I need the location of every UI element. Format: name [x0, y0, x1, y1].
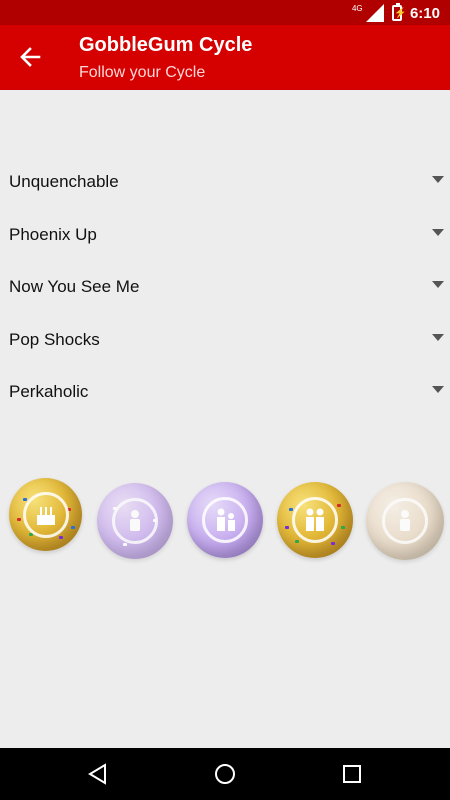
recents-square-icon [343, 765, 361, 783]
cell-signal-icon: 4G [352, 4, 384, 22]
people-icon [306, 508, 324, 531]
dropdown-arrow-icon [432, 176, 444, 183]
network-type-label: 4G [351, 4, 363, 13]
dropdown-label: Now You See Me [9, 277, 140, 296]
gobblegum-cycle-row [0, 475, 450, 565]
gobblegum-ball-5[interactable] [366, 482, 444, 560]
dropdown-pop-shocks[interactable]: Pop Shocks [0, 313, 450, 366]
gobblegum-ball-3[interactable] [187, 482, 263, 558]
figure-icon [400, 510, 410, 531]
back-button[interactable] [14, 41, 46, 73]
nav-recents-button[interactable] [340, 762, 364, 786]
dropdown-perkaholic[interactable]: Perkaholic [0, 365, 450, 418]
page-title: GobbleGum Cycle [79, 34, 253, 56]
home-circle-icon [215, 764, 235, 784]
dropdown-arrow-icon [432, 281, 444, 288]
back-triangle-icon [88, 763, 106, 785]
system-nav-bar [0, 748, 450, 800]
arrow-back-icon [20, 47, 41, 67]
app-toolbar: GobbleGum Cycle Follow your Cycle [0, 25, 450, 90]
figure-icon [130, 510, 140, 531]
status-bar: 4G ⚡ 6:10 [0, 0, 450, 25]
cake-icon [36, 506, 55, 525]
battery-charging-icon: ⚡ [391, 3, 406, 21]
dropdown-label: Pop Shocks [9, 329, 100, 349]
gobblegum-ball-1[interactable] [9, 478, 82, 551]
gobblegum-ball-4[interactable] [277, 482, 353, 558]
nav-back-button[interactable] [86, 762, 110, 786]
gobblegum-selector-list: Unquenchable Phoenix Up Now You See Me P… [0, 155, 450, 418]
page-subtitle: Follow your Cycle [79, 64, 206, 81]
gobblegum-ball-2[interactable] [97, 483, 173, 559]
dropdown-arrow-icon [432, 386, 444, 393]
status-time: 6:10 [409, 4, 440, 22]
people-icon [217, 508, 235, 531]
dropdown-label: Unquenchable [9, 172, 119, 191]
status-icons: 4G ⚡ 6:10 [352, 3, 440, 23]
dropdown-arrow-icon [432, 333, 444, 341]
dropdown-now-you-see-me[interactable]: Now You See Me [0, 260, 450, 313]
nav-home-button[interactable] [213, 762, 237, 786]
dropdown-arrow-icon [432, 228, 444, 236]
dropdown-label: Phoenix Up [9, 224, 97, 244]
dropdown-phoenix-up[interactable]: Phoenix Up [0, 208, 450, 261]
dropdown-label: Perkaholic [9, 382, 89, 401]
dropdown-unquenchable[interactable]: Unquenchable [0, 155, 450, 208]
